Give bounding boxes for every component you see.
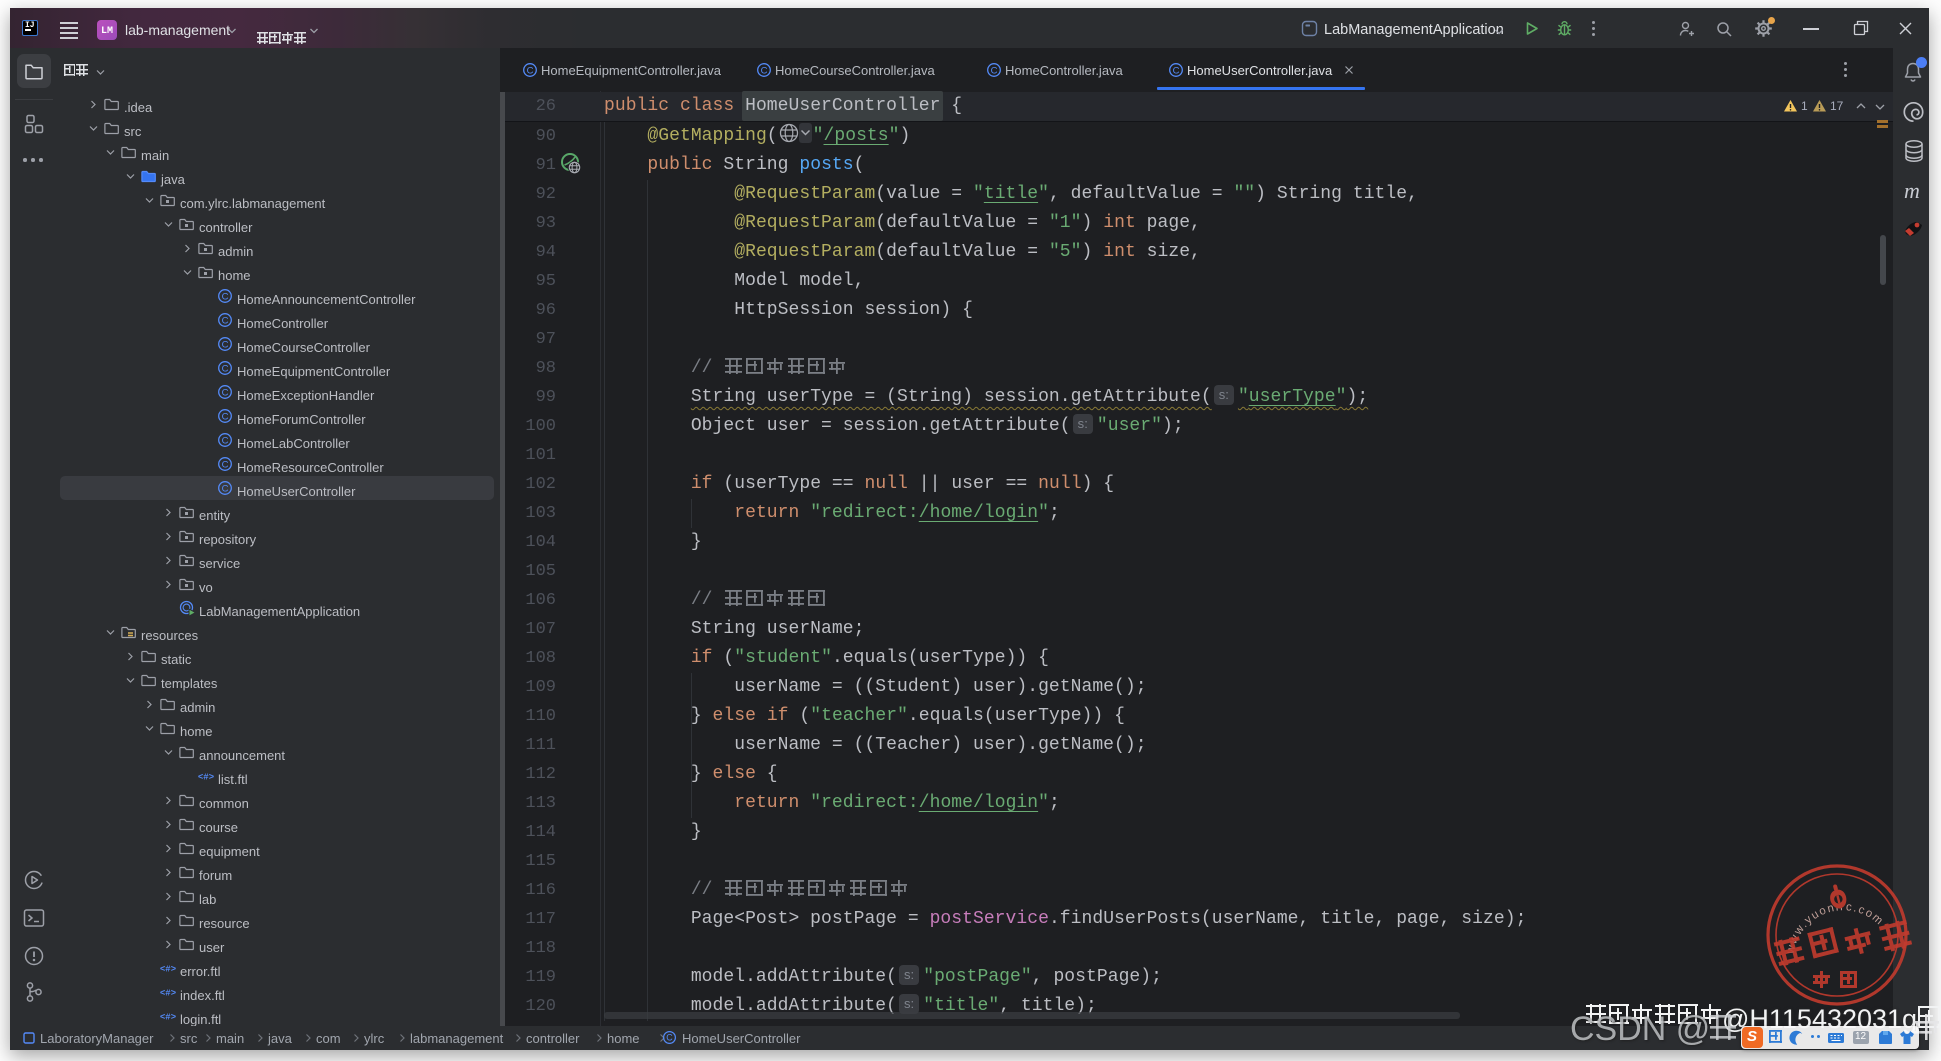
svg-text:C: C (1173, 65, 1180, 76)
svg-text:C: C (761, 65, 768, 76)
svg-text:C: C (527, 65, 534, 76)
svg-text:C: C (222, 387, 229, 398)
svg-text:<#>: <#> (160, 989, 176, 999)
svg-text:C: C (222, 291, 229, 302)
svg-text:C: C (222, 363, 229, 374)
svg-text:C: C (222, 483, 229, 494)
svg-text:C: C (666, 1033, 673, 1043)
svg-text:C: C (222, 459, 229, 470)
svg-text:C: C (222, 435, 229, 446)
svg-text:<#>: <#> (198, 773, 214, 783)
svg-text:<#>: <#> (160, 965, 176, 975)
svg-text:C: C (222, 315, 229, 326)
svg-text:C: C (222, 339, 229, 350)
svg-text:C: C (222, 411, 229, 422)
svg-text:<#>: <#> (160, 1013, 176, 1023)
svg-text:C: C (991, 65, 998, 76)
